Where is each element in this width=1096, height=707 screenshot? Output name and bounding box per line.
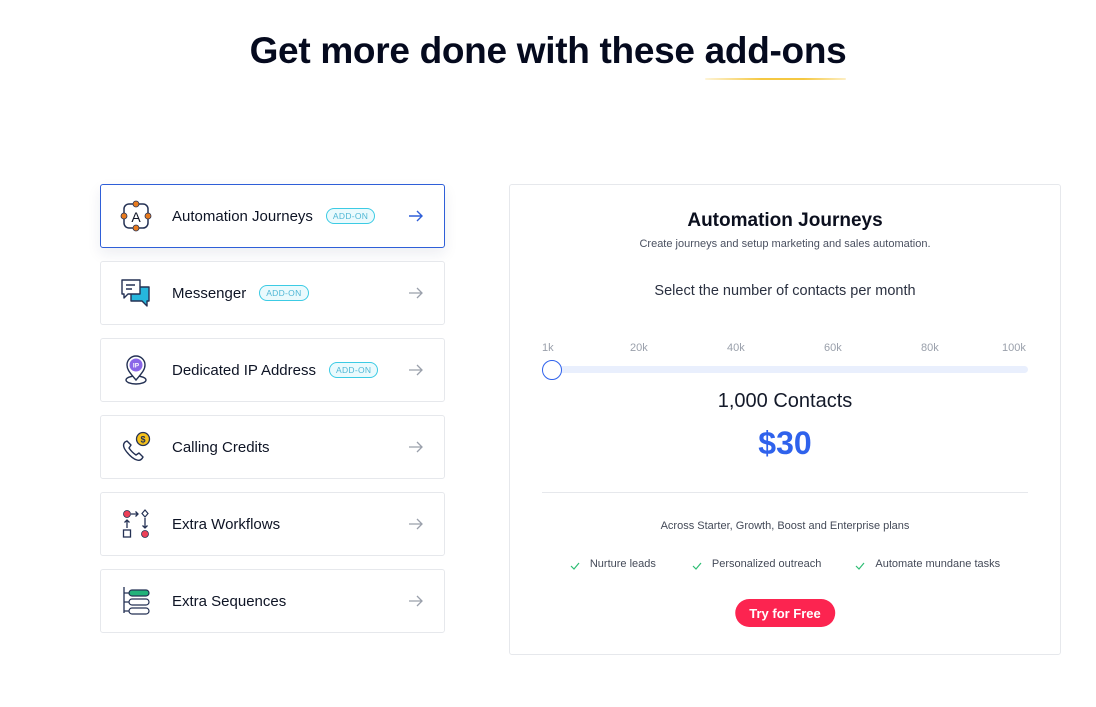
page-title: Get more done with these add-ons xyxy=(0,30,1096,80)
slider-tick: 80k xyxy=(921,342,939,354)
slider-tick: 1k xyxy=(542,342,554,354)
slider-thumb[interactable] xyxy=(542,360,562,380)
addon-badge: ADD-ON xyxy=(328,362,379,378)
automation-journeys-icon: A xyxy=(118,198,154,234)
plans-note: Across Starter, Growth, Boost and Enterp… xyxy=(660,520,910,532)
svg-text:$: $ xyxy=(140,435,145,445)
addon-item-extra-sequences[interactable]: Extra Sequences xyxy=(100,569,445,633)
addon-item-dedicated-ip-address[interactable]: IP Dedicated IP Address ADD-ON xyxy=(100,338,445,402)
arrow-right-icon xyxy=(409,210,423,222)
check-icon xyxy=(692,562,702,570)
arrow-right-icon xyxy=(409,595,423,607)
addon-badge: ADD-ON xyxy=(259,285,309,301)
page-title-highlight: add-ons xyxy=(704,30,847,80)
dedicated-ip-icon: IP xyxy=(118,352,154,388)
feature-label: Nurture leads xyxy=(589,557,656,570)
svg-text:A: A xyxy=(131,209,141,225)
slider-tick: 60k xyxy=(824,342,842,354)
addon-item-messenger[interactable]: Messenger ADD-ON xyxy=(100,261,445,325)
addon-label: Calling Credits xyxy=(172,438,270,456)
slider-tick: 100k xyxy=(1002,342,1026,354)
calling-credits-icon: $ xyxy=(118,429,154,465)
addon-badge: ADD-ON xyxy=(325,208,376,224)
addon-label: Extra Workflows xyxy=(172,515,281,533)
contacts-count: 1,000 Contacts xyxy=(717,390,853,412)
try-for-free-button[interactable]: Try for Free xyxy=(735,599,835,627)
addon-label: Dedicated IP Address xyxy=(172,361,316,379)
panel-subtitle: Create journeys and setup marketing and … xyxy=(639,238,931,250)
slider-tick: 20k xyxy=(630,342,648,354)
sequences-icon xyxy=(118,583,154,619)
check-icon xyxy=(570,562,580,570)
arrow-right-icon xyxy=(409,287,423,299)
arrow-right-icon xyxy=(409,364,423,376)
messenger-icon xyxy=(118,275,154,311)
addon-item-automation-journeys[interactable]: A Automation Journeys ADD-ON xyxy=(100,184,445,248)
arrow-right-icon xyxy=(409,441,423,453)
contacts-slider[interactable]: 1k 20k 40k 60k 80k 100k xyxy=(542,342,1028,382)
addon-label: Messenger xyxy=(172,284,247,302)
panel-title: Automation Journeys xyxy=(687,210,883,231)
addon-label: Automation Journeys xyxy=(172,207,313,225)
addon-label: Extra Sequences xyxy=(172,592,287,610)
feature-item: Nurture leads xyxy=(570,557,656,570)
price: $30 xyxy=(758,425,812,461)
addon-item-calling-credits[interactable]: $ Calling Credits xyxy=(100,415,445,479)
addon-item-extra-workflows[interactable]: Extra Workflows xyxy=(100,492,445,556)
arrow-right-icon xyxy=(409,518,423,530)
slider-ticks: 1k 20k 40k 60k 80k 100k xyxy=(542,342,1028,358)
feature-label: Personalized outreach xyxy=(711,557,822,570)
svg-text:IP: IP xyxy=(133,363,140,370)
divider xyxy=(542,492,1028,493)
feature-item: Personalized outreach xyxy=(692,557,821,570)
feature-item: Automate mundane tasks xyxy=(855,557,1000,570)
slider-tick: 40k xyxy=(727,342,745,354)
feature-label: Automate mundane tasks xyxy=(875,557,1001,570)
workflows-icon xyxy=(118,506,154,542)
slider-track[interactable] xyxy=(552,366,1028,373)
feature-list: Nurture leads Personalized outreach Auto… xyxy=(510,557,1060,570)
addon-detail-panel: Automation Journeys Create journeys and … xyxy=(509,184,1061,655)
check-icon xyxy=(855,562,865,570)
contacts-question: Select the number of contacts per month xyxy=(654,283,916,299)
addon-list: A Automation Journeys ADD-ON Messenger A… xyxy=(100,184,445,646)
page-title-main: Get more done with these xyxy=(249,30,705,71)
